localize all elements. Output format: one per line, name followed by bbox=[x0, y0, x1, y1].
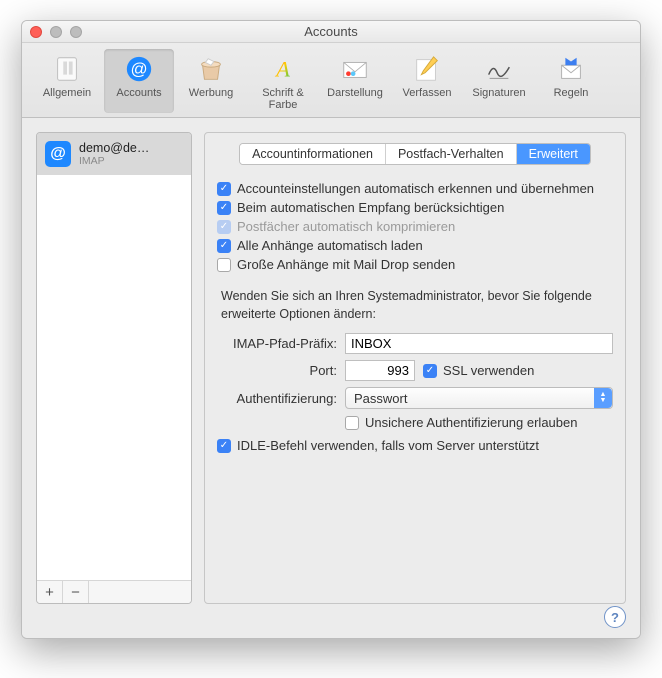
account-name: demo@de… bbox=[79, 141, 149, 155]
toolbar-label: Werbung bbox=[176, 87, 246, 99]
toolbar-label: Regeln bbox=[536, 87, 606, 99]
envelope-icon bbox=[339, 53, 371, 85]
checkbox-icon bbox=[217, 258, 231, 272]
setting-auto-attachments[interactable]: ✓ Alle Anhänge automatisch laden bbox=[217, 236, 613, 255]
toolbar-item-general[interactable]: Allgemein bbox=[32, 49, 102, 113]
row-authentication: Authentifizierung: Passwort ▲▼ bbox=[217, 387, 613, 409]
setting-auto-compress: ✓ Postfächer automatisch komprimieren bbox=[217, 217, 613, 236]
signature-icon bbox=[483, 53, 515, 85]
row-port: Port: ✓ SSL verwenden bbox=[217, 360, 613, 381]
toolbar-item-junk[interactable]: Werbung bbox=[176, 49, 246, 113]
tab-advanced[interactable]: Erweitert bbox=[517, 144, 590, 164]
auth-select[interactable]: Passwort ▲▼ bbox=[345, 387, 613, 409]
titlebar: Accounts bbox=[22, 21, 640, 43]
idle-label: IDLE-Befehl verwenden, falls vom Server … bbox=[237, 438, 539, 453]
main-panel: Accountinformationen Postfach-Verhalten … bbox=[204, 132, 626, 604]
remove-account-button[interactable]: − bbox=[63, 581, 89, 603]
advanced-note: Wenden Sie sich an Ihren Systemadministr… bbox=[221, 288, 613, 323]
preferences-window: Accounts Allgemein @ Accounts Werbung A … bbox=[21, 20, 641, 639]
account-text: demo@de… IMAP bbox=[79, 141, 149, 167]
tab-mailbox-behavior[interactable]: Postfach-Verhalten bbox=[386, 144, 517, 164]
imap-prefix-label: IMAP-Pfad-Präfix: bbox=[217, 336, 345, 351]
toolbar-item-signatures[interactable]: Signaturen bbox=[464, 49, 534, 113]
sidebar-footer: + − bbox=[37, 580, 191, 603]
toolbar: Allgemein @ Accounts Werbung A Schrift &… bbox=[22, 43, 640, 118]
font-icon: A bbox=[267, 53, 299, 85]
row-imap-prefix: IMAP-Pfad-Präfix: bbox=[217, 333, 613, 354]
checkbox-icon: ✓ bbox=[423, 364, 437, 378]
checkbox-icon bbox=[345, 416, 359, 430]
toolbar-label: Schrift & Farbe bbox=[248, 87, 318, 111]
window-title: Accounts bbox=[22, 24, 640, 39]
accounts-list[interactable]: @ demo@de… IMAP bbox=[37, 133, 191, 580]
tab-account-info[interactable]: Accountinformationen bbox=[240, 144, 386, 164]
setting-ssl[interactable]: ✓ SSL verwenden bbox=[423, 363, 534, 378]
account-list-item[interactable]: @ demo@de… IMAP bbox=[37, 133, 191, 175]
svg-text:A: A bbox=[274, 57, 290, 82]
setting-idle[interactable]: ✓ IDLE-Befehl verwenden, falls vom Serve… bbox=[217, 436, 613, 455]
slider-icon bbox=[51, 53, 83, 85]
toolbar-item-viewing[interactable]: Darstellung bbox=[320, 49, 390, 113]
imap-prefix-input[interactable] bbox=[345, 333, 613, 354]
checkbox-label: Beim automatischen Empfang berücksichtig… bbox=[237, 200, 504, 215]
checkbox-icon: ✓ bbox=[217, 220, 231, 234]
checkbox-label: Alle Anhänge automatisch laden bbox=[237, 238, 423, 253]
toolbar-label: Darstellung bbox=[320, 87, 390, 99]
toolbar-item-fonts[interactable]: A Schrift & Farbe bbox=[248, 49, 318, 113]
setting-auto-detect[interactable]: ✓ Accounteinstellungen automatisch erken… bbox=[217, 179, 613, 198]
toolbar-label: Accounts bbox=[104, 87, 174, 99]
toolbar-label: Allgemein bbox=[32, 87, 102, 99]
tab-bar: Accountinformationen Postfach-Verhalten … bbox=[217, 143, 613, 165]
rules-icon bbox=[555, 53, 587, 85]
checkbox-label: Accounteinstellungen automatisch erkenne… bbox=[237, 181, 594, 196]
setting-insecure-auth[interactable]: Unsichere Authentifizierung erlauben bbox=[345, 415, 577, 430]
compose-icon bbox=[411, 53, 443, 85]
account-type: IMAP bbox=[79, 155, 149, 167]
add-account-button[interactable]: + bbox=[37, 581, 63, 603]
checkbox-label: Postfächer automatisch komprimieren bbox=[237, 219, 455, 234]
content-area: @ demo@de… IMAP + − Accountinformationen… bbox=[22, 118, 640, 638]
toolbar-item-rules[interactable]: Regeln bbox=[536, 49, 606, 113]
setting-maildrop[interactable]: Große Anhänge mit Mail Drop senden bbox=[217, 255, 613, 274]
setting-auto-receive[interactable]: ✓ Beim automatischen Empfang berücksicht… bbox=[217, 198, 613, 217]
port-label: Port: bbox=[217, 363, 345, 378]
port-input[interactable] bbox=[345, 360, 415, 381]
ssl-label: SSL verwenden bbox=[443, 363, 534, 378]
at-icon: @ bbox=[123, 53, 155, 85]
at-icon: @ bbox=[45, 141, 71, 167]
checkbox-icon: ✓ bbox=[217, 439, 231, 453]
row-insecure-auth: Unsichere Authentifizierung erlauben bbox=[217, 415, 613, 430]
auth-value: Passwort bbox=[354, 391, 407, 406]
chevron-up-down-icon: ▲▼ bbox=[594, 388, 612, 408]
insecure-auth-label: Unsichere Authentifizierung erlauben bbox=[365, 415, 577, 430]
toolbar-label: Signaturen bbox=[464, 87, 534, 99]
trash-icon bbox=[195, 53, 227, 85]
toolbar-item-accounts[interactable]: @ Accounts bbox=[104, 49, 174, 113]
checkbox-icon: ✓ bbox=[217, 239, 231, 253]
checkbox-icon: ✓ bbox=[217, 201, 231, 215]
toolbar-item-composing[interactable]: Verfassen bbox=[392, 49, 462, 113]
auth-label: Authentifizierung: bbox=[217, 391, 345, 406]
accounts-sidebar: @ demo@de… IMAP + − bbox=[36, 132, 192, 604]
svg-text:@: @ bbox=[130, 60, 147, 79]
checkbox-icon: ✓ bbox=[217, 182, 231, 196]
toolbar-label: Verfassen bbox=[392, 87, 462, 99]
checkbox-label: Große Anhänge mit Mail Drop senden bbox=[237, 257, 455, 272]
help-button[interactable]: ? bbox=[604, 606, 626, 628]
